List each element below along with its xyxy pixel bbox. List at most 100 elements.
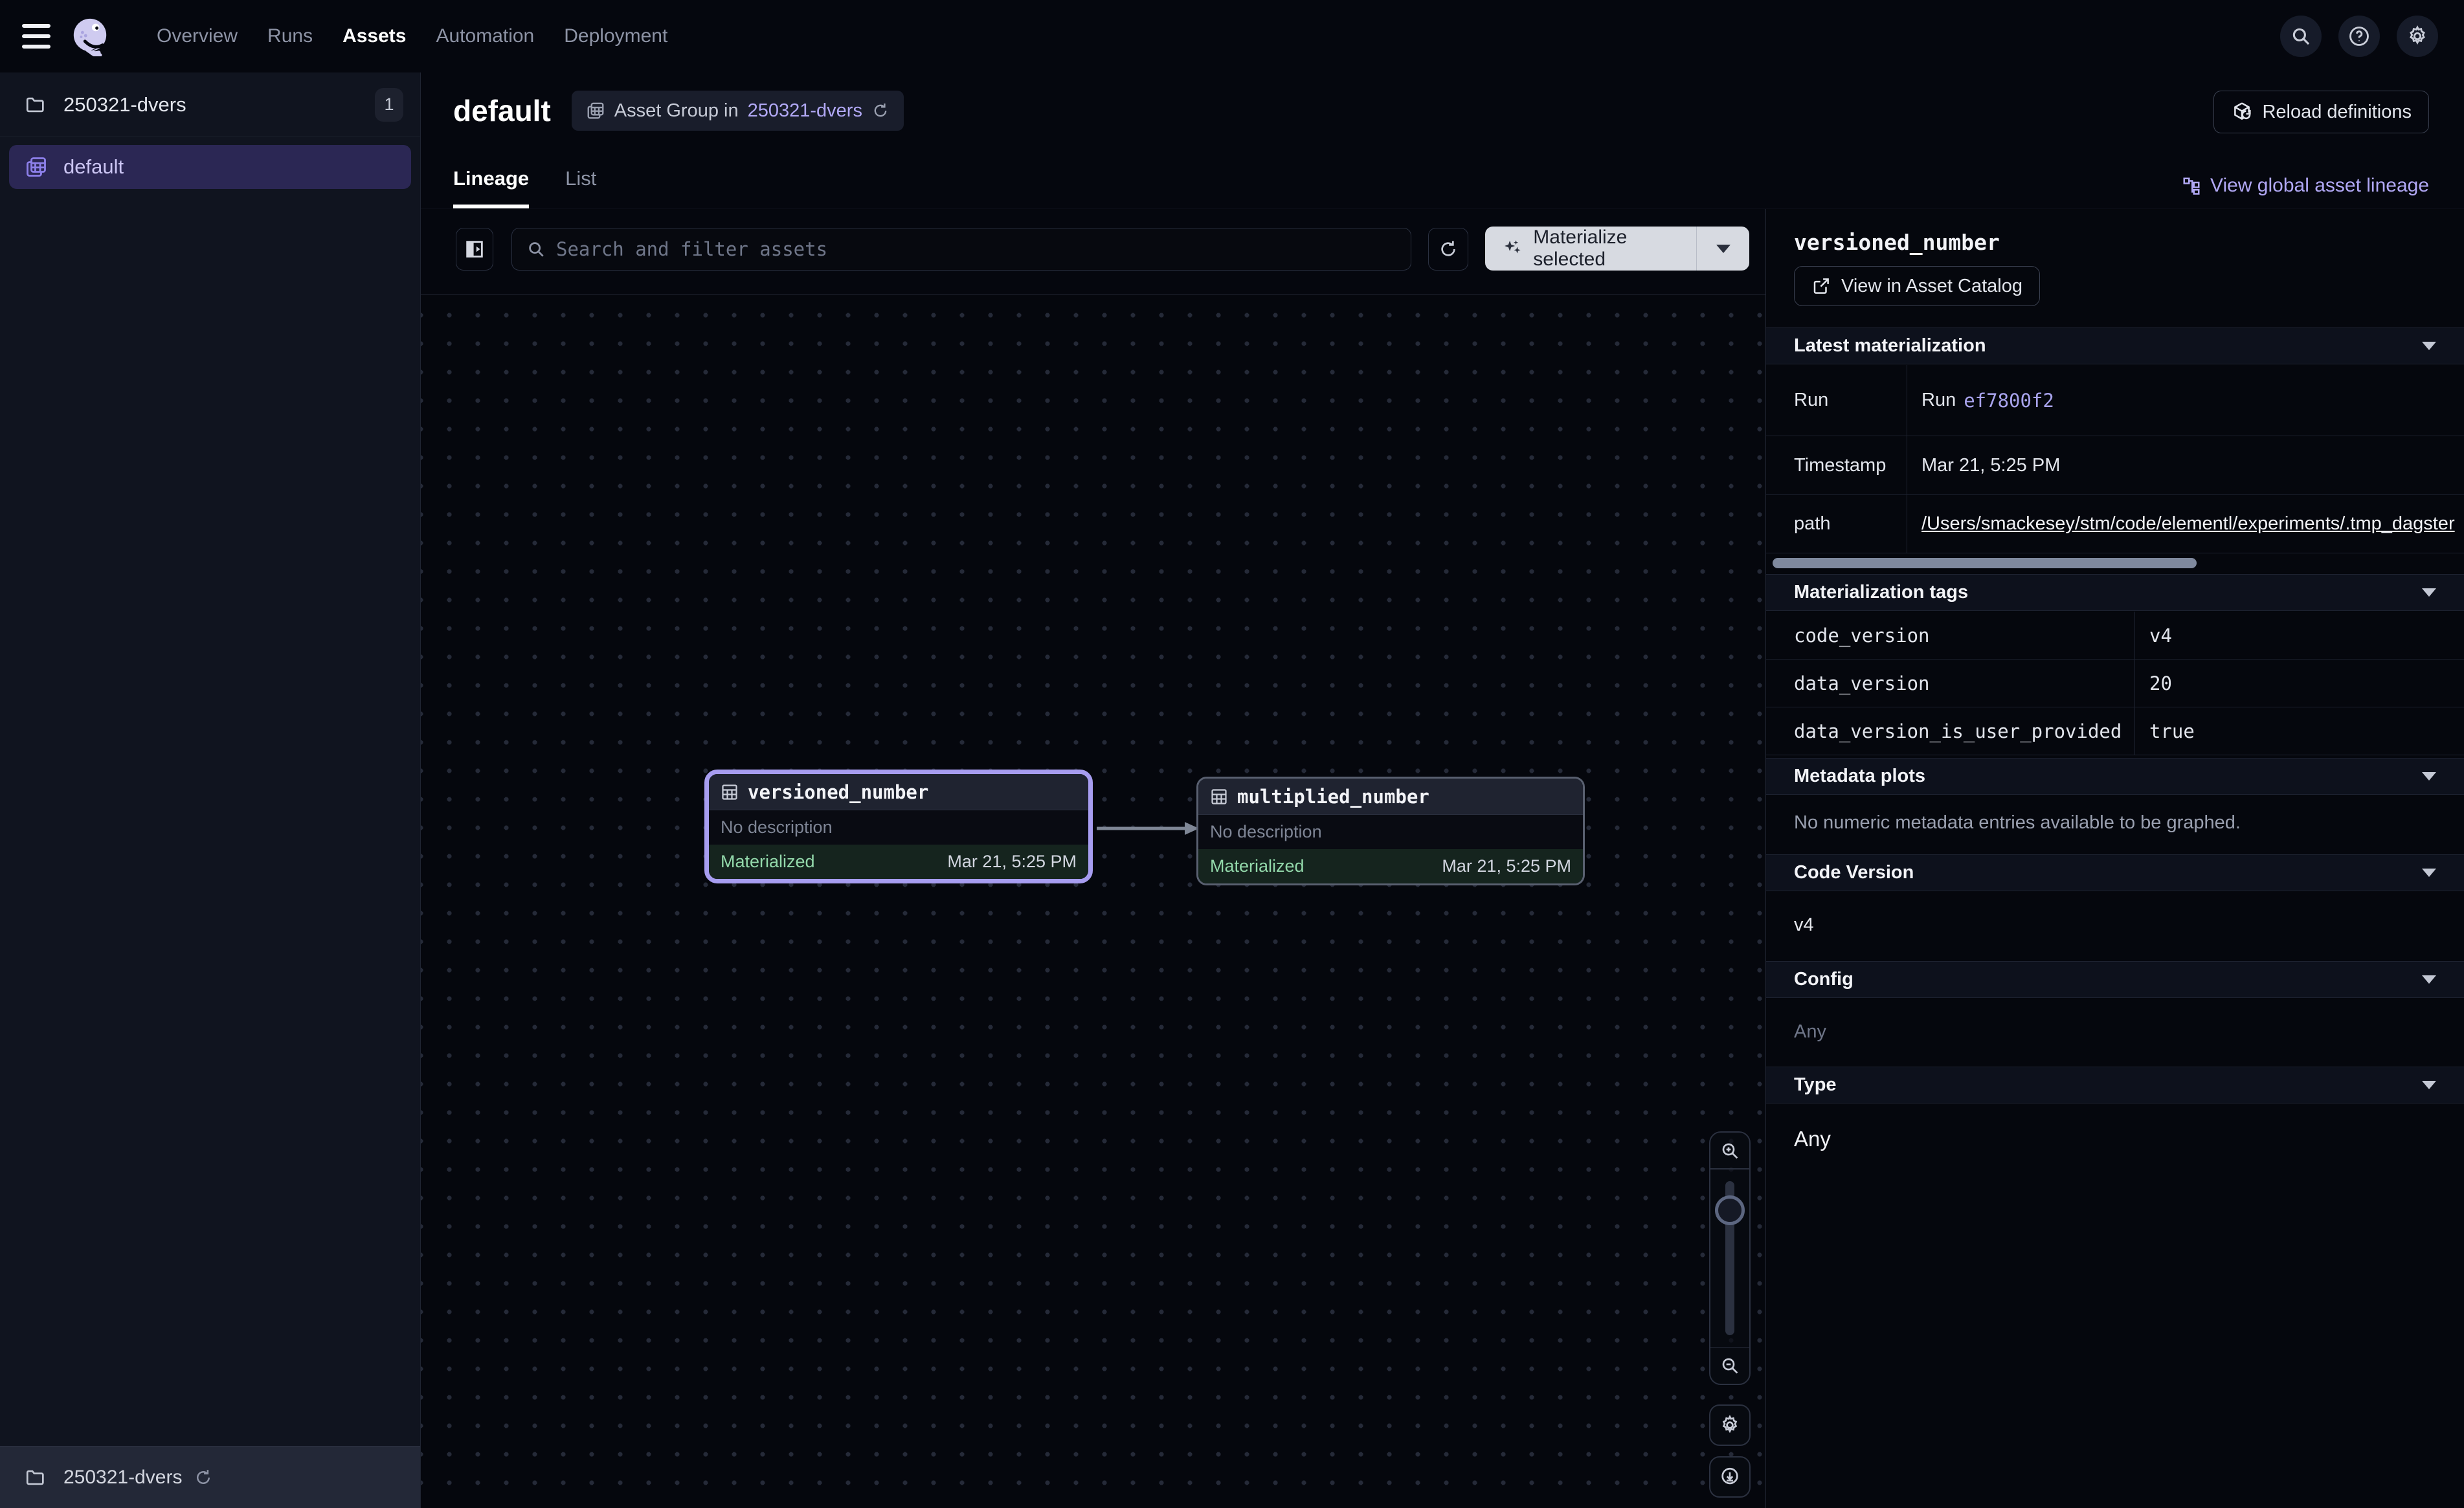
timestamp-value: Mar 21, 5:25 PM xyxy=(1907,436,2464,494)
page-header: default Asset Group in 250321-dvers Relo… xyxy=(421,72,2464,209)
section-latest-materialization[interactable]: Latest materialization xyxy=(1766,327,2464,364)
tag-value: 20 xyxy=(2135,660,2464,707)
tag-row-data-version-is-user-provided: data_version_is_user_provided true xyxy=(1766,707,2464,755)
zoom-out-button[interactable] xyxy=(1710,1347,1749,1384)
chip-prefix: Asset Group in xyxy=(614,100,739,122)
refresh-graph-button[interactable] xyxy=(1428,228,1468,271)
row-key: path xyxy=(1766,495,1907,553)
view-in-asset-catalog-button[interactable]: View in Asset Catalog xyxy=(1794,266,2040,306)
tag-row-code-version: code_version v4 xyxy=(1766,612,2464,660)
chevron-down-icon xyxy=(2422,869,2436,877)
sidebar: 250321-dvers 1 default 250321-dvers xyxy=(0,72,421,1508)
lineage-graph-canvas[interactable]: versioned_number No description Material… xyxy=(421,294,1765,1508)
zoom-slider-knob[interactable] xyxy=(1715,1195,1745,1225)
path-link[interactable]: /Users/smackesey/stm/code/elementl/exper… xyxy=(1921,513,2455,535)
chevron-down-icon xyxy=(2422,588,2436,597)
asset-name: multiplied_number xyxy=(1237,786,1429,808)
asset-name: versioned_number xyxy=(748,781,928,803)
search-input[interactable] xyxy=(556,238,1396,260)
materialize-selected-button[interactable]: Materialize selected xyxy=(1485,227,1749,271)
section-title: Config xyxy=(1794,969,1854,990)
tab-list[interactable]: List xyxy=(565,162,596,208)
help-icon xyxy=(2347,25,2371,48)
nav-item-deployment[interactable]: Deployment xyxy=(564,25,667,47)
section-type[interactable]: Type xyxy=(1766,1067,2464,1103)
run-prefix: Run xyxy=(1921,390,1956,411)
sidebar-item-default[interactable]: default xyxy=(9,145,411,189)
materialized-status: Materialized xyxy=(721,852,815,872)
materialize-label: Materialize selected xyxy=(1533,227,1696,271)
section-title: Latest materialization xyxy=(1794,335,1986,357)
asset-detail-panel: versioned_number View in Asset Catalog L… xyxy=(1765,209,2464,1508)
panel-asset-title: versioned_number xyxy=(1794,230,2000,255)
run-id-link[interactable]: ef7800f2 xyxy=(1964,390,2054,412)
menu-icon[interactable] xyxy=(22,24,50,49)
nav-item-automation[interactable]: Automation xyxy=(436,25,534,47)
chip-location-link[interactable]: 250321-dvers xyxy=(748,100,862,122)
table-icon xyxy=(1210,788,1228,806)
folder-icon xyxy=(25,94,47,116)
download-graph-button[interactable] xyxy=(1709,1456,1751,1498)
graph-settings-button[interactable] xyxy=(1709,1404,1751,1446)
section-title: Type xyxy=(1794,1074,1837,1096)
collapse-sidebar-button[interactable] xyxy=(456,228,493,271)
sidebar-group-label: 250321-dvers xyxy=(63,93,375,116)
download-icon xyxy=(1719,1466,1741,1488)
tag-key: code_version xyxy=(1766,612,2135,659)
search-icon xyxy=(2290,25,2312,47)
nav-item-assets[interactable]: Assets xyxy=(342,25,406,47)
sparkle-icon xyxy=(1502,238,1523,260)
global-lineage-label: View global asset lineage xyxy=(2210,175,2429,197)
reload-definitions-label: Reload definitions xyxy=(2262,102,2412,123)
dagster-logo-icon[interactable] xyxy=(70,16,110,56)
gear-icon xyxy=(1719,1414,1741,1436)
zoom-in-button[interactable] xyxy=(1710,1133,1749,1169)
row-key: Timestamp xyxy=(1766,436,1907,494)
nav-item-runs[interactable]: Runs xyxy=(267,25,313,47)
reload-definitions-button[interactable]: Reload definitions xyxy=(2213,91,2429,133)
type-value: Any xyxy=(1794,1127,1831,1151)
zoom-control xyxy=(1709,1131,1751,1385)
zoom-slider[interactable] xyxy=(1710,1169,1749,1347)
materialized-status: Materialized xyxy=(1210,856,1305,876)
refresh-icon[interactable] xyxy=(871,102,890,120)
tag-value: v4 xyxy=(2135,612,2464,659)
view-tabs: Lineage List xyxy=(453,162,596,208)
asset-group-chip[interactable]: Asset Group in 250321-dvers xyxy=(572,91,904,131)
section-code-version[interactable]: Code Version xyxy=(1766,854,2464,891)
refresh-icon[interactable] xyxy=(194,1468,213,1487)
section-title: Materialization tags xyxy=(1794,582,1968,603)
help-button[interactable] xyxy=(2338,16,2380,57)
lineage-toolbar: Materialize selected xyxy=(421,209,1765,294)
nav-item-overview[interactable]: Overview xyxy=(157,25,238,47)
section-config[interactable]: Config xyxy=(1766,961,2464,998)
table-row-timestamp: Timestamp Mar 21, 5:25 PM xyxy=(1766,436,2464,495)
table-row-path: path /Users/smackesey/stm/code/elementl/… xyxy=(1766,495,2464,553)
settings-button[interactable] xyxy=(2397,16,2438,57)
asset-node-versioned-number[interactable]: versioned_number No description Material… xyxy=(704,770,1093,883)
section-metadata-plots[interactable]: Metadata plots xyxy=(1766,758,2464,795)
sidebar-group-250321-dvers[interactable]: 250321-dvers 1 xyxy=(0,72,420,137)
search-button[interactable] xyxy=(2280,16,2322,57)
tab-lineage[interactable]: Lineage xyxy=(453,162,529,208)
materialize-dropdown-button[interactable] xyxy=(1696,227,1749,271)
view-global-asset-lineage-link[interactable]: View global asset lineage xyxy=(2182,175,2429,197)
refresh-icon xyxy=(1438,239,1459,260)
section-materialization-tags[interactable]: Materialization tags xyxy=(1766,574,2464,611)
asset-description: No description xyxy=(709,810,1088,845)
panel-toggle-icon xyxy=(464,238,486,260)
catalog-button-label: View in Asset Catalog xyxy=(1841,276,2022,297)
code-version-value: v4 xyxy=(1794,915,1814,936)
tag-value: true xyxy=(2135,707,2464,755)
asset-group-icon xyxy=(25,155,48,179)
horizontal-scrollbar[interactable] xyxy=(1773,558,2197,568)
asset-node-multiplied-number[interactable]: multiplied_number No description Materia… xyxy=(1196,777,1585,885)
chevron-down-icon xyxy=(2422,772,2436,781)
section-title: Metadata plots xyxy=(1794,766,1925,787)
metadata-plots-empty-text: No numeric metadata entries available to… xyxy=(1794,812,2241,834)
tag-key: data_version_is_user_provided xyxy=(1766,707,2135,755)
row-key: Run xyxy=(1766,365,1907,436)
code-location-footer[interactable]: 250321-dvers xyxy=(0,1446,420,1508)
chevron-down-icon xyxy=(2422,342,2436,350)
tag-row-data-version: data_version 20 xyxy=(1766,660,2464,707)
